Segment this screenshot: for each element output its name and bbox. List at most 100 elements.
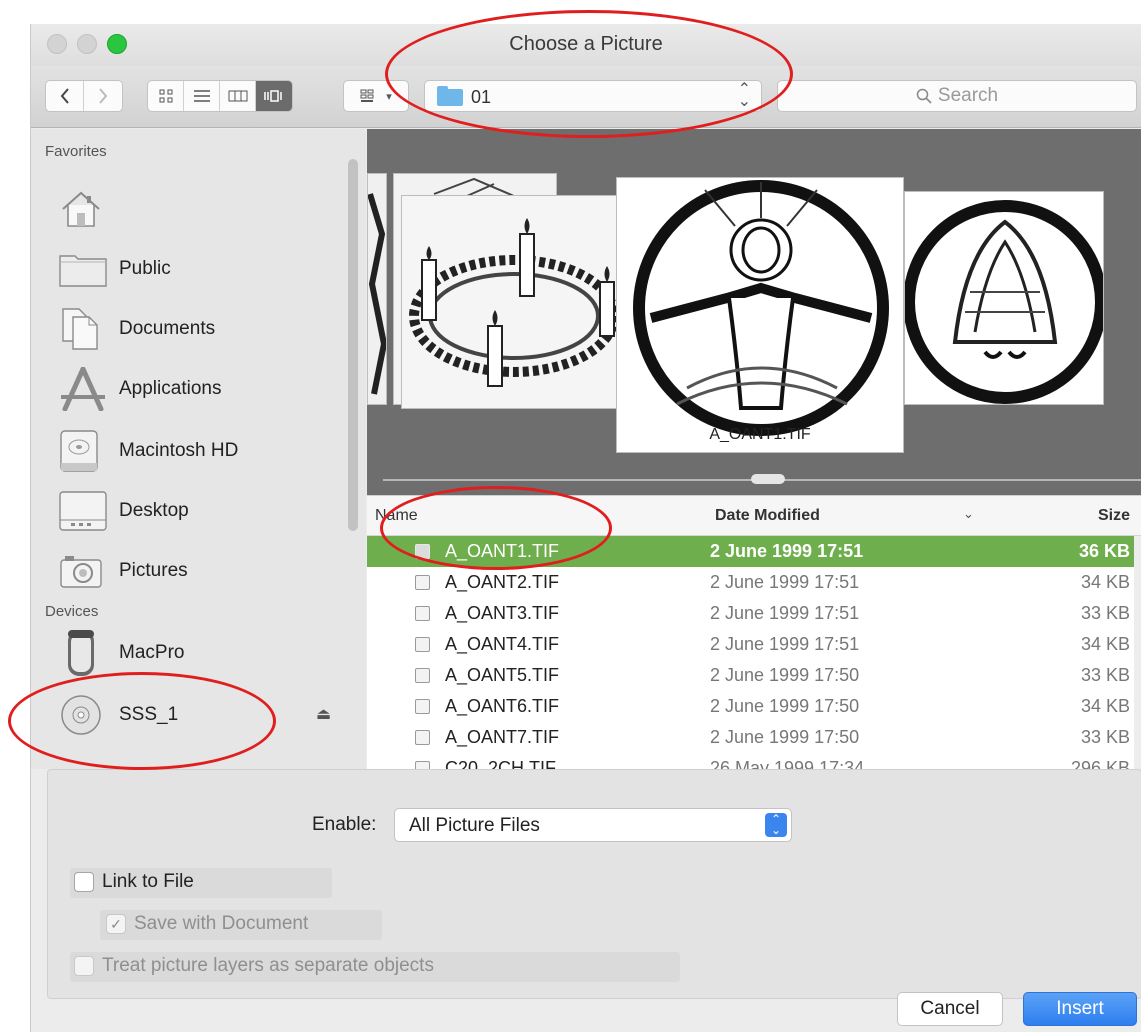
file-list-scrollbar[interactable] [1134, 536, 1141, 770]
table-row[interactable]: C20_2CH.TIF 26 May 1999 17:34 296 KB [367, 753, 1141, 770]
sidebar-item-public-label: Public [119, 258, 171, 279]
annotation-ellipse-selected-file [380, 486, 612, 570]
sidebar-item-applications-label: Applications [119, 378, 222, 399]
chevron-down-icon: ▾ [386, 90, 392, 103]
preview-advent-wreath-image[interactable] [401, 195, 621, 409]
table-row[interactable]: A_OANT5.TIF 2 June 1999 17:50 33 KB [367, 660, 1141, 691]
treat-layers-label: Treat picture layers as separate objects [102, 955, 434, 976]
table-row[interactable]: A_OANT6.TIF 2 June 1999 17:50 34 KB [367, 691, 1141, 722]
file-size: 36 KB [1078, 541, 1130, 561]
popup-stepper-icon: ⌃ ⌄ [765, 813, 787, 837]
coverflow-view-button[interactable] [256, 81, 292, 111]
sidebar-item-macintosh-hd-label: Macintosh HD [119, 440, 239, 461]
column-header-date-modified[interactable]: Date Modified [715, 507, 820, 525]
image-file-icon [415, 575, 430, 590]
sidebar-item-applications[interactable]: Applications [59, 365, 221, 413]
file-date: 2 June 1999 17:51 [710, 634, 860, 654]
table-row[interactable]: A_OANT4.TIF 2 June 1999 17:51 34 KB [367, 629, 1141, 660]
hard-drive-icon [59, 428, 109, 474]
view-mode-segmented-control [147, 80, 293, 112]
enable-file-type-popup[interactable]: All Picture Files ⌃ ⌄ [394, 808, 792, 842]
sidebar-item-documents-label: Documents [119, 318, 216, 339]
camera-icon [59, 548, 109, 594]
table-row[interactable]: A_OANT7.TIF 2 June 1999 17:50 33 KB [367, 722, 1141, 753]
file-date: 2 June 1999 17:51 [710, 572, 860, 592]
sidebar-scrollbar[interactable] [348, 159, 358, 531]
list-view-button[interactable] [184, 81, 220, 111]
icon-view-button[interactable] [148, 81, 184, 111]
table-row[interactable]: A_OANT2.TIF 2 June 1999 17:51 34 KB [367, 567, 1141, 598]
file-name: A_OANT6.TIF [445, 696, 560, 716]
applications-icon [59, 366, 109, 412]
favorites-header: Favorites [45, 143, 107, 160]
chevron-left-icon [60, 88, 69, 104]
column-view-button[interactable] [220, 81, 256, 111]
sidebar-item-pictures[interactable]: Pictures [59, 547, 188, 595]
file-size: 34 KB [1080, 572, 1130, 592]
file-size: 33 KB [1080, 727, 1130, 747]
annotation-ellipse-device [8, 672, 276, 770]
enable-value: All Picture Files [409, 815, 540, 836]
sort-chevron-down-icon: ⌄ [963, 506, 974, 521]
arrange-grid-icon [360, 89, 374, 102]
preview-caption: A_OANT1.TIF [709, 426, 811, 443]
image-file-icon [415, 699, 430, 714]
macpro-icon [59, 630, 109, 676]
enable-label: Enable: [312, 814, 377, 835]
forward-button[interactable] [84, 81, 122, 111]
coverflow-preview[interactable]: A_OANT1.TIF [367, 129, 1141, 495]
image-file-icon [415, 730, 430, 745]
coverflow-icon [264, 90, 282, 102]
coverflow-scroll-thumb[interactable] [751, 474, 785, 484]
save-with-document-checkbox[interactable]: ✓ Save with Document [106, 913, 308, 935]
link-to-file-checkbox[interactable]: Link to File [74, 871, 194, 893]
file-date: 2 June 1999 17:50 [710, 665, 860, 685]
sidebar-item-macintosh-hd[interactable]: Macintosh HD [59, 427, 238, 475]
grid-icon [159, 89, 172, 103]
sidebar: Favorites Public Documents Applications [31, 129, 366, 769]
preview-partial-left-image[interactable] [367, 173, 387, 405]
sidebar-item-documents[interactable]: Documents [59, 305, 215, 353]
file-date: 2 June 1999 17:50 [710, 727, 860, 747]
annotation-ellipse-title-path [385, 10, 793, 138]
file-size: 34 KB [1080, 696, 1130, 716]
columns-icon [228, 90, 247, 102]
sidebar-item-desktop[interactable]: Desktop [59, 487, 189, 535]
image-file-icon [415, 668, 430, 683]
folder-icon [59, 246, 109, 292]
file-size: 33 KB [1080, 665, 1130, 685]
preview-selected-image[interactable]: A_OANT1.TIF [616, 177, 904, 453]
sidebar-item-desktop-label: Desktop [119, 500, 189, 521]
file-name: A_OANT4.TIF [445, 634, 560, 654]
list-icon [193, 90, 210, 102]
file-size: 33 KB [1080, 603, 1130, 623]
preview-burning-bush-image[interactable] [904, 191, 1104, 405]
search-placeholder: Search [937, 85, 999, 106]
image-file-icon [415, 637, 430, 652]
cancel-button[interactable]: Cancel [897, 992, 1003, 1026]
back-button[interactable] [46, 81, 84, 111]
sidebar-item-home[interactable] [59, 185, 119, 233]
column-header-size[interactable]: Size [1098, 507, 1130, 525]
checkmark-icon: ✓ [106, 914, 126, 934]
treat-layers-checkbox[interactable]: Treat picture layers as separate objects [74, 955, 434, 977]
table-row[interactable]: A_OANT3.TIF 2 June 1999 17:51 33 KB [367, 598, 1141, 629]
options-panel: Enable: All Picture Files ⌃ ⌄ Link to Fil… [47, 769, 1141, 999]
image-file-icon [415, 606, 430, 621]
checkbox-unchecked-icon [74, 872, 94, 892]
devices-header: Devices [45, 603, 99, 620]
file-date: 2 June 1999 17:50 [710, 696, 860, 716]
search-icon [916, 88, 932, 104]
file-name: A_OANT2.TIF [445, 572, 560, 592]
file-name: A_OANT7.TIF [445, 727, 560, 747]
file-name: A_OANT3.TIF [445, 603, 560, 623]
sidebar-item-macpro[interactable]: MacPro [59, 629, 184, 677]
search-field[interactable]: Search [777, 80, 1137, 112]
sidebar-item-public[interactable]: Public [59, 245, 171, 293]
link-to-file-label: Link to File [102, 871, 194, 892]
desktop-icon [59, 488, 109, 534]
save-with-document-label: Save with Document [134, 913, 309, 934]
insert-button[interactable]: Insert [1023, 992, 1137, 1026]
eject-icon[interactable]: ⏏ [316, 704, 331, 724]
documents-icon [59, 306, 109, 352]
